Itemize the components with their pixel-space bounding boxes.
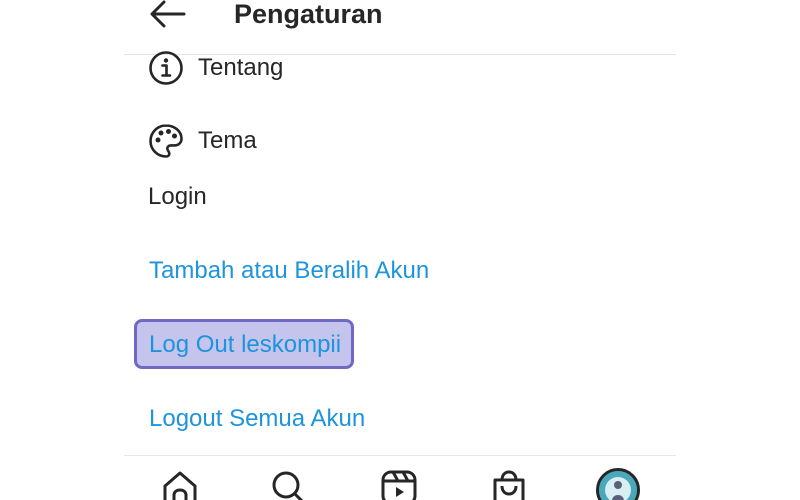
nav-search-button[interactable] <box>266 468 310 500</box>
reels-icon <box>381 470 417 500</box>
settings-screen: Pengaturan Tentang Tema Login Tambah ata… <box>0 0 800 500</box>
search-icon <box>272 471 304 500</box>
shop-bag-icon <box>493 470 525 500</box>
profile-avatar <box>596 468 640 500</box>
add-switch-account-link[interactable]: Tambah atau Beralih Akun <box>149 257 429 285</box>
back-button[interactable] <box>148 0 188 32</box>
menu-item-label: Tentang <box>198 54 284 81</box>
menu-item-tema[interactable]: Tema <box>148 123 257 159</box>
menu-item-label: Tema <box>198 127 257 154</box>
logout-all-accounts-link[interactable]: Logout Semua Akun <box>149 405 365 433</box>
page-title: Pengaturan <box>234 0 383 29</box>
bottom-nav <box>124 455 676 500</box>
info-circle-icon <box>148 50 184 86</box>
header-bar: Pengaturan <box>124 0 676 55</box>
nav-profile-button[interactable] <box>596 468 640 500</box>
palette-icon <box>148 123 184 159</box>
nav-reels-button[interactable] <box>377 468 421 500</box>
nav-home-button[interactable] <box>158 468 202 500</box>
home-icon <box>163 471 197 500</box>
arrow-left-icon <box>150 0 186 28</box>
menu-item-tentang[interactable]: Tentang <box>148 50 283 86</box>
logout-account-link[interactable]: Log Out leskompii <box>149 331 341 359</box>
section-heading-login: Login <box>148 183 207 210</box>
nav-shop-button[interactable] <box>487 468 531 500</box>
